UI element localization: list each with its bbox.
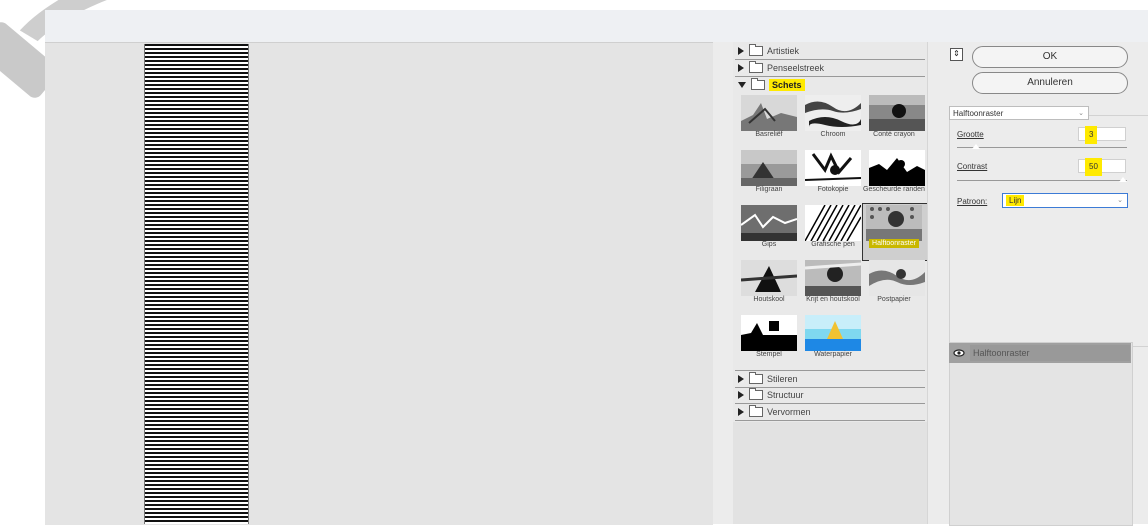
contrast-slider-handle[interactable]	[1118, 176, 1128, 183]
category-structuur[interactable]: Structuur	[735, 387, 925, 404]
panel-divider	[927, 42, 942, 524]
filter-label: Waterpapier	[814, 351, 852, 358]
filter-thumb-conte-crayon[interactable]	[869, 95, 925, 131]
folder-icon	[749, 405, 763, 417]
category-label: Artistiek	[767, 46, 800, 56]
contrast-slider[interactable]	[957, 180, 1127, 181]
filter-select-value: Halftoonraster	[953, 109, 1004, 118]
filter-thumb-stempel[interactable]	[741, 315, 797, 351]
contrast-input[interactable]: 50	[1078, 158, 1126, 176]
filter-gallery-empty	[733, 422, 927, 524]
preview-gutter	[713, 42, 733, 524]
filter-select[interactable]: Halftoonraster ⌄	[949, 106, 1089, 120]
dialog-title-bar	[45, 10, 1148, 42]
filter-label: Stempel	[756, 351, 782, 358]
effect-layers	[949, 342, 1133, 526]
filter-thumb-gescheurde-randen[interactable]	[869, 150, 925, 186]
expand-arrow-icon	[738, 408, 744, 416]
filter-settings	[949, 115, 1148, 347]
category-label: Stileren	[767, 374, 798, 384]
filter-label-selected: Halftoonraster	[869, 239, 919, 248]
collapse-icon[interactable]: ⇕	[950, 48, 963, 61]
size-label: Grootte	[957, 130, 984, 139]
filter-label: Basreliëf	[755, 131, 783, 138]
category-schets[interactable]: Schets	[735, 77, 925, 93]
filter-thumb-basrelief[interactable]	[741, 95, 797, 131]
filter-label: Krijt en houtskool	[806, 296, 860, 303]
folder-icon	[751, 78, 765, 90]
filter-thumb-postpapier[interactable]	[869, 260, 925, 296]
filter-label: Grafische pen	[811, 241, 855, 248]
category-vervormen[interactable]: Vervormen	[735, 404, 925, 421]
preview-image	[145, 44, 248, 524]
category-penseelstreek[interactable]: Penseelstreek	[735, 60, 925, 77]
size-slider[interactable]	[957, 147, 1127, 148]
chevron-down-icon: ⌄	[1078, 110, 1084, 117]
size-value: 3	[1085, 126, 1098, 144]
filter-thumb-grafische-pen[interactable]	[805, 205, 861, 241]
category-label: Vervormen	[767, 407, 811, 417]
filter-thumb-chroom[interactable]	[805, 95, 861, 131]
collapse-arrow-icon	[738, 82, 746, 88]
filter-label: Filigraan	[755, 186, 783, 193]
size-input[interactable]: 3	[1078, 126, 1126, 144]
filter-thumb-waterpapier[interactable]	[805, 315, 861, 351]
contrast-value: 50	[1085, 158, 1102, 176]
filter-thumb-halftoonraster[interactable]	[866, 205, 922, 241]
filter-thumb-houtskool[interactable]	[741, 260, 797, 296]
category-stileren[interactable]: Stileren	[735, 370, 925, 388]
folder-icon	[749, 388, 763, 400]
folder-icon	[749, 372, 763, 384]
filter-label: Conté crayon	[873, 131, 915, 138]
filter-label: Houtskool	[753, 296, 785, 303]
category-label: Structuur	[767, 390, 804, 400]
size-slider-handle[interactable]	[970, 143, 981, 150]
pattern-select[interactable]: Lijn ⌄	[1002, 193, 1128, 208]
category-artistiek[interactable]: Artistiek	[735, 43, 925, 60]
filter-label: Fotokopie	[817, 186, 849, 193]
preview-image-edge	[248, 44, 249, 524]
eye-icon[interactable]	[953, 347, 965, 359]
chevron-down-icon: ⌄	[1117, 197, 1123, 204]
cancel-button[interactable]: Annuleren	[972, 72, 1128, 94]
filter-label: Gescheurde randen	[863, 186, 925, 193]
folder-icon	[749, 44, 763, 56]
effect-layer-name: Halftoonraster	[970, 345, 1130, 361]
preview-image-edge	[144, 44, 145, 524]
expand-arrow-icon	[738, 375, 744, 383]
filter-label: Gips	[761, 241, 777, 248]
expand-arrow-icon	[738, 391, 744, 399]
filter-thumb-fotokopie[interactable]	[805, 150, 861, 186]
expand-arrow-icon	[738, 47, 744, 55]
category-label: Penseelstreek	[767, 63, 825, 73]
filter-thumb-gips[interactable]	[741, 205, 797, 241]
expand-arrow-icon	[738, 64, 744, 72]
contrast-label: Contrast	[957, 162, 988, 171]
pattern-value: Lijn	[1006, 195, 1025, 206]
filter-label: Chroom	[820, 131, 846, 138]
category-label: Schets	[769, 79, 805, 91]
ok-button[interactable]: OK	[972, 46, 1128, 68]
folder-icon	[749, 61, 763, 73]
filter-label: Postpapier	[877, 296, 911, 303]
filter-thumb-krijt-en-houtskool[interactable]	[805, 260, 861, 296]
filter-thumb-filigraan[interactable]	[741, 150, 797, 186]
pattern-label: Patroon:	[957, 197, 988, 206]
